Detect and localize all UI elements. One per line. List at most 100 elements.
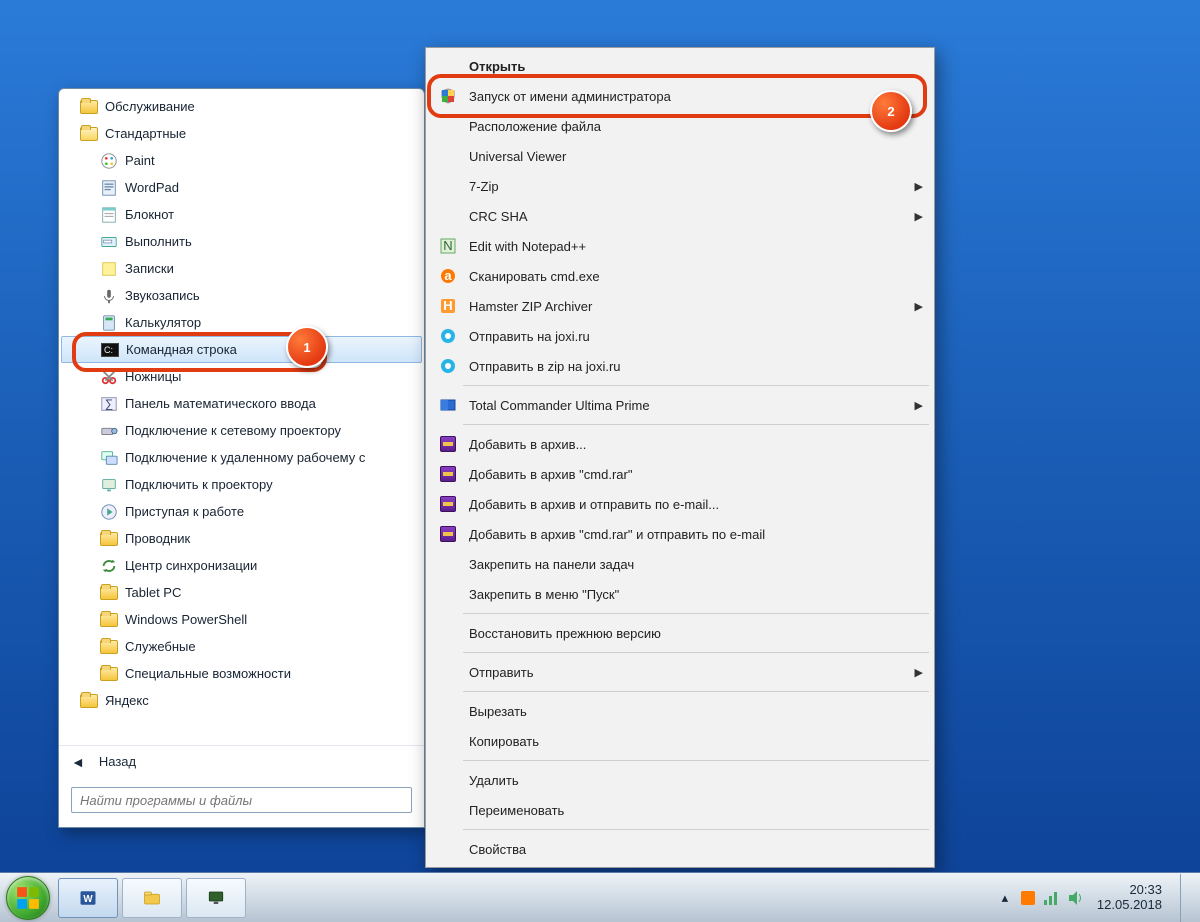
avast-icon: a: [437, 265, 459, 287]
context-menu-item-label: Закрепить на панели задач: [469, 557, 923, 572]
start-menu-item-label: Подключение к сетевому проектору: [125, 423, 341, 438]
start-menu-item[interactable]: Приступая к работе: [61, 498, 422, 525]
start-menu-item[interactable]: Служебные: [61, 633, 422, 660]
rdp-icon: [99, 448, 119, 468]
annotation-marker-1: 1: [286, 326, 328, 368]
start-menu-item[interactable]: Стандартные: [61, 120, 422, 147]
start-menu-item-label: Служебные: [125, 639, 196, 654]
context-menu-item[interactable]: Universal Viewer: [429, 141, 931, 171]
context-menu-item[interactable]: Копировать: [429, 726, 931, 756]
start-menu-item[interactable]: Яндекс: [61, 687, 422, 714]
context-menu-item-label: Восстановить прежнюю версию: [469, 626, 923, 641]
start-menu-item[interactable]: Блокнот: [61, 201, 422, 228]
cmd-icon: C:: [100, 340, 120, 360]
taskbar-app-generic[interactable]: [186, 878, 246, 918]
context-menu-item[interactable]: Вырезать: [429, 696, 931, 726]
start-menu-item[interactable]: Windows PowerShell: [61, 606, 422, 633]
start-menu-item-label: Стандартные: [105, 126, 186, 141]
start-menu-item[interactable]: Калькулятор: [61, 309, 422, 336]
context-menu-item[interactable]: CRC SHA▶: [429, 201, 931, 231]
taskbar-app-word[interactable]: W: [58, 878, 118, 918]
context-menu-separator: [463, 760, 929, 761]
context-menu-item[interactable]: Добавить в архив и отправить по e-mail..…: [429, 489, 931, 519]
start-menu-item[interactable]: Специальные возможности: [61, 660, 422, 687]
start-menu-item[interactable]: Paint: [61, 147, 422, 174]
context-menu-item[interactable]: Свойства: [429, 834, 931, 864]
start-menu-item[interactable]: Записки: [61, 255, 422, 282]
context-menu-item[interactable]: Запуск от имени администратора: [429, 81, 931, 111]
context-menu-item[interactable]: Открыть: [429, 51, 931, 81]
context-menu-item-label: Переименовать: [469, 803, 923, 818]
context-menu-item[interactable]: Total Commander Ultima Prime▶: [429, 390, 931, 420]
context-menu-item[interactable]: aСканировать cmd.exe: [429, 261, 931, 291]
start-menu-item[interactable]: Ножницы: [61, 363, 422, 390]
start-menu-item[interactable]: Центр синхронизации: [61, 552, 422, 579]
submenu-arrow-icon: ▶: [915, 210, 923, 223]
tc-icon: [437, 394, 459, 416]
start-menu-item-label: Специальные возможности: [125, 666, 291, 681]
network-icon[interactable]: [1043, 890, 1059, 906]
blank-icon: [437, 145, 459, 167]
back-arrow-icon: ◄: [71, 754, 85, 770]
start-menu-item[interactable]: Подключить к проектору: [61, 471, 422, 498]
clock-date: 12.05.2018: [1097, 898, 1162, 913]
joxi-icon: [437, 325, 459, 347]
context-menu-item-label: Расположение файла: [469, 119, 923, 134]
start-menu-item[interactable]: WordPad: [61, 174, 422, 201]
start-menu-back[interactable]: ◄ Назад: [59, 745, 424, 777]
context-menu-item[interactable]: Закрепить на панели задач: [429, 549, 931, 579]
tray-app-icon[interactable]: [1021, 891, 1035, 905]
folder-icon: [79, 124, 99, 144]
context-menu-item-label: Добавить в архив и отправить по e-mail..…: [469, 497, 923, 512]
word-icon: W: [79, 889, 97, 907]
context-menu-item[interactable]: Удалить: [429, 765, 931, 795]
npp-icon: N: [437, 235, 459, 257]
context-menu-item[interactable]: Закрепить в меню "Пуск": [429, 579, 931, 609]
start-menu-item[interactable]: Обслуживание: [61, 93, 422, 120]
taskbar-app-explorer[interactable]: [122, 878, 182, 918]
context-menu-item[interactable]: Добавить в архив "cmd.rar": [429, 459, 931, 489]
start-menu-item[interactable]: ∑Панель математического ввода: [61, 390, 422, 417]
blank-icon: [437, 838, 459, 860]
hamster-icon: H: [437, 295, 459, 317]
context-menu-item[interactable]: Отправить в zip на joxi.ru: [429, 351, 931, 381]
start-menu-item[interactable]: Tablet PC: [61, 579, 422, 606]
start-menu-item-label: Командная строка: [126, 342, 237, 357]
start-menu-item[interactable]: Звукозапись: [61, 282, 422, 309]
context-menu-item[interactable]: Восстановить прежнюю версию: [429, 618, 931, 648]
context-menu-item[interactable]: Отправить на joxi.ru: [429, 321, 931, 351]
annotation-marker-2: 2: [870, 90, 912, 132]
start-menu-item-label: Звукозапись: [125, 288, 200, 303]
context-menu-item-label: Удалить: [469, 773, 923, 788]
svg-text:H: H: [443, 298, 452, 313]
start-menu-program-list[interactable]: Обслуживание Стандартные PaintWordPadБлокн…: [59, 89, 424, 745]
context-menu-item-label: Добавить в архив...: [469, 437, 923, 452]
context-menu-item[interactable]: Переименовать: [429, 795, 931, 825]
context-menu-item[interactable]: Расположение файла: [429, 111, 931, 141]
tray-chevron-icon[interactable]: ▴: [997, 890, 1013, 906]
context-menu-item-label: Edit with Notepad++: [469, 239, 923, 254]
start-menu-item[interactable]: Выполнить: [61, 228, 422, 255]
search-input[interactable]: [71, 787, 412, 813]
context-menu-item[interactable]: Отправить▶: [429, 657, 931, 687]
blank-icon: [437, 205, 459, 227]
context-menu-item[interactable]: HHamster ZIP Archiver▶: [429, 291, 931, 321]
context-menu-item[interactable]: N Edit with Notepad++: [429, 231, 931, 261]
start-button[interactable]: [6, 876, 50, 920]
context-menu-item-label: Свойства: [469, 842, 923, 857]
context-menu-item-label: Открыть: [469, 59, 923, 74]
context-menu-item-label: CRC SHA: [469, 209, 915, 224]
taskbar-clock[interactable]: 20:33 12.05.2018: [1091, 883, 1168, 913]
context-menu-item[interactable]: 7-Zip▶: [429, 171, 931, 201]
start-menu-item[interactable]: Подключение к сетевому проектору: [61, 417, 422, 444]
start-menu-item[interactable]: C: Командная строка: [61, 336, 422, 363]
start-menu-item[interactable]: Подключение к удаленному рабочему с: [61, 444, 422, 471]
start-menu-item[interactable]: Проводник: [61, 525, 422, 552]
calc-icon: [99, 313, 119, 333]
volume-icon[interactable]: [1067, 890, 1083, 906]
start-menu-item-label: Приступая к работе: [125, 504, 244, 519]
show-desktop-button[interactable]: [1180, 874, 1194, 922]
context-menu-item[interactable]: Добавить в архив "cmd.rar" и отправить п…: [429, 519, 931, 549]
context-menu-item[interactable]: Добавить в архив...: [429, 429, 931, 459]
clock-time: 20:33: [1097, 883, 1162, 898]
